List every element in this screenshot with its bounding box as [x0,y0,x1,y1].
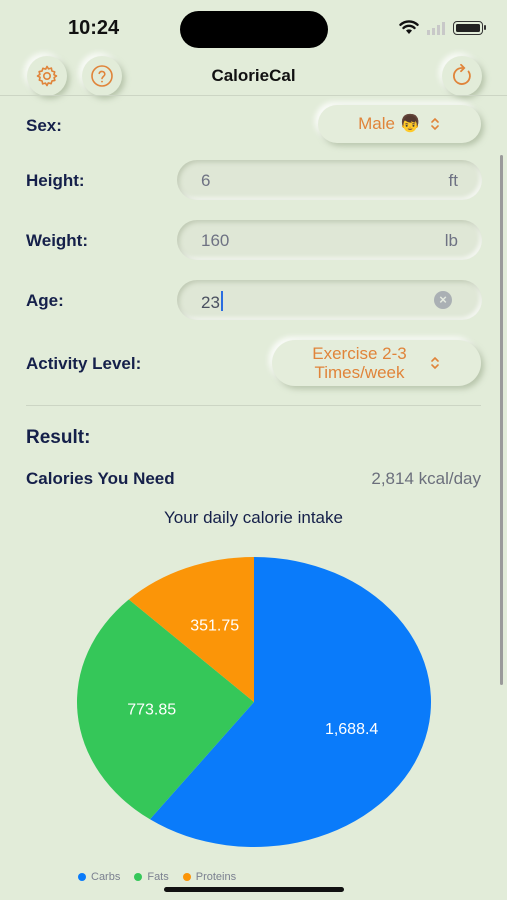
pie-label-fats: 773.85 [127,702,176,719]
legend-label-fats: Fats [147,871,169,883]
legend-item-carbs: Carbs [78,871,120,883]
legend-dot-carbs [78,873,86,881]
legend-label-carbs: Carbs [91,871,121,883]
chart-legend: Carbs Fats Proteins [78,871,236,883]
legend-dot-fats [134,873,143,881]
pie-label-proteins: 351.75 [190,617,239,634]
legend-item-proteins: Proteins [182,871,237,883]
pie-label-carbs: 1,688.4 [325,721,378,738]
legend-label-proteins: Proteins [195,871,237,883]
legend-item-fats: Fats [134,871,169,883]
home-indicator [164,887,344,892]
calorie-pie-chart: 1,688.4 773.85 351.75 [77,557,432,847]
legend-dot-proteins [182,873,191,881]
